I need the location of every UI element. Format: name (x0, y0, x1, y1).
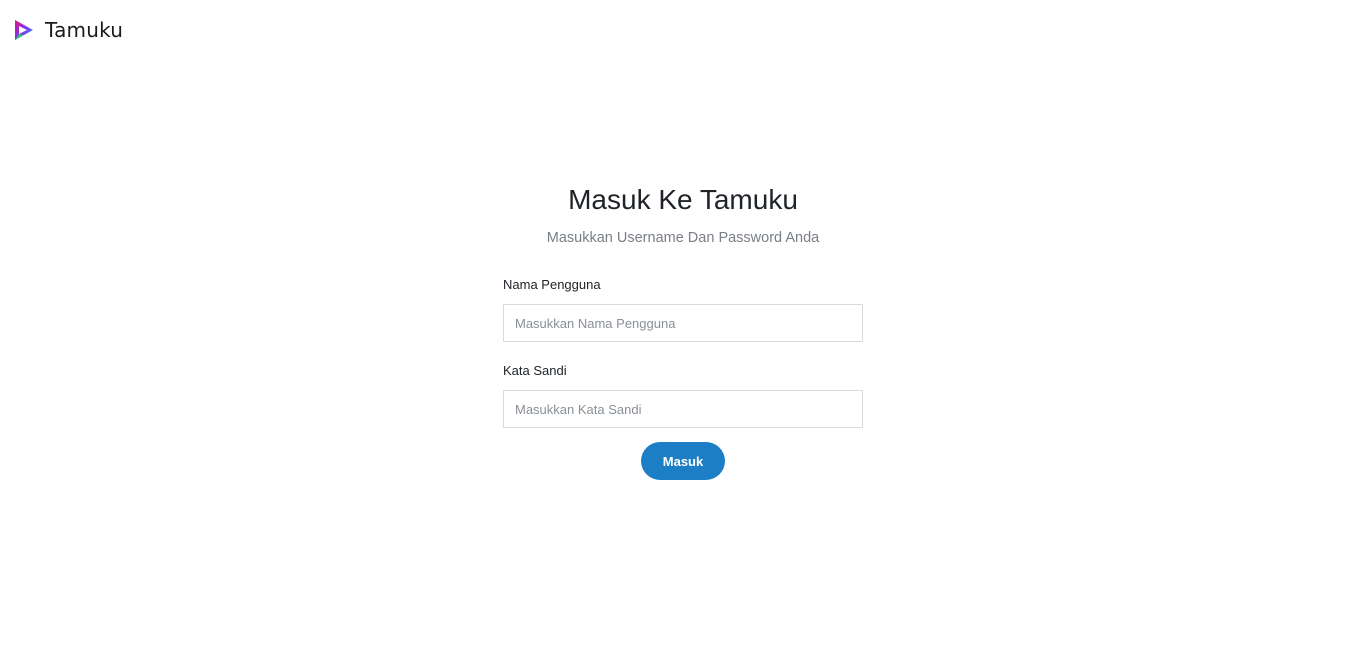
submit-row: Masuk (503, 442, 863, 480)
brand-name: Tamuku (45, 18, 124, 42)
username-label: Nama Pengguna (503, 277, 601, 292)
login-form: Masuk Ke Tamuku Masukkan Username Dan Pa… (503, 180, 863, 480)
username-input[interactable] (503, 304, 863, 342)
play-triangle-logo-icon (15, 20, 33, 40)
app-header: Tamuku (13, 17, 123, 43)
password-input[interactable] (503, 390, 863, 428)
password-label: Kata Sandi (503, 363, 567, 378)
page-title: Masuk Ke Tamuku (568, 184, 798, 215)
login-button[interactable]: Masuk (641, 442, 725, 480)
page-subtitle: Masukkan Username Dan Password Anda (546, 230, 820, 246)
